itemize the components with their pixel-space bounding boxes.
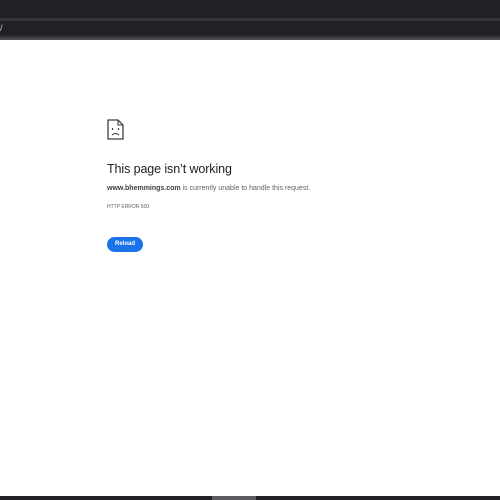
error-domain: www.bhemmings.com [107,185,181,192]
browser-toolbar: / [0,18,500,40]
error-title: This page isn’t working [107,162,232,176]
address-bar[interactable]: / [0,21,500,36]
taskbar-active-item[interactable] [212,496,256,500]
error-message: www.bhemmings.com is currently unable to… [107,185,310,192]
error-code: HTTP ERROR 500 [107,204,150,210]
page-content [0,40,500,496]
sad-page-icon [107,119,124,140]
browser-tab-strip [0,0,500,18]
error-message-text: is currently unable to handle this reque… [180,185,311,192]
address-text: / [0,23,3,33]
taskbar [0,496,500,500]
reload-button[interactable]: Reload [107,237,143,252]
